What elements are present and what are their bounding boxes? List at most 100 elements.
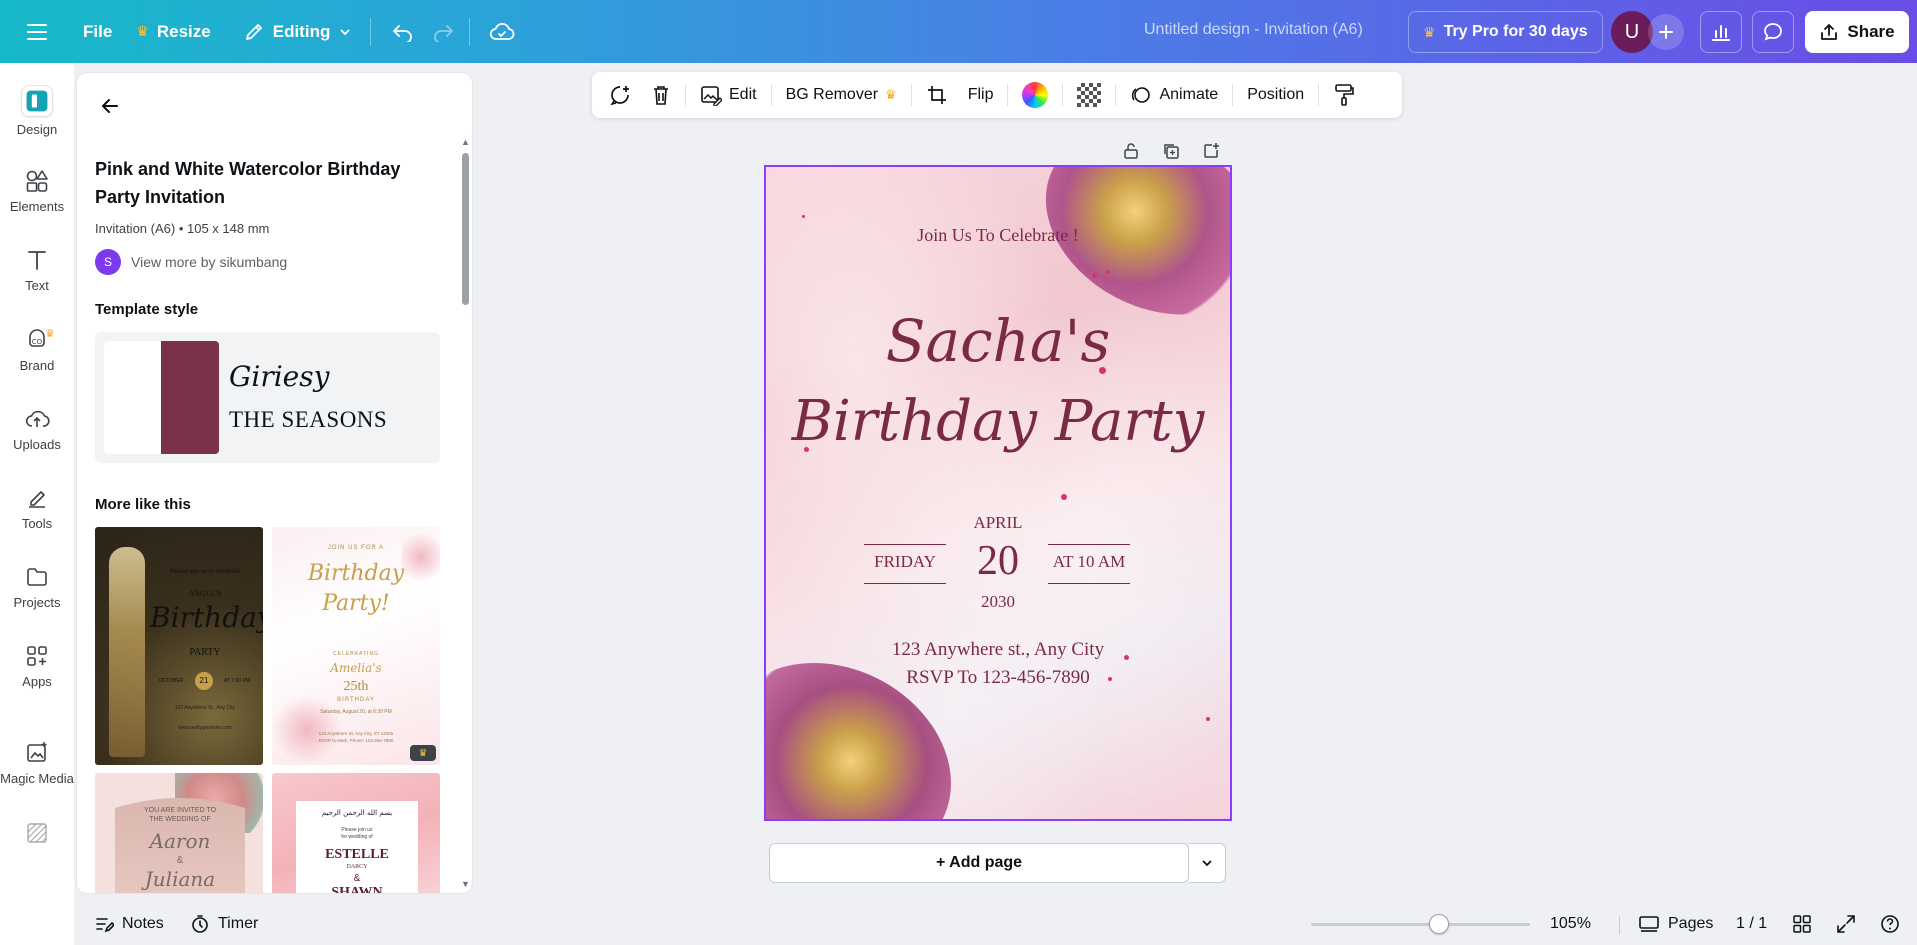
color-wheel-icon: [1022, 82, 1049, 108]
rail-item-brand[interactable]: ♛ CO Brand: [0, 327, 74, 373]
add-page-dropdown[interactable]: [1189, 843, 1226, 883]
add-page-icon[interactable]: [1200, 140, 1222, 162]
back-arrow-icon[interactable]: [95, 91, 125, 121]
position-button[interactable]: Position: [1238, 78, 1313, 112]
try-pro-button[interactable]: ♛ Try Pro for 30 days: [1408, 11, 1603, 53]
address-text[interactable]: 123 Anywhere st., Any City: [766, 639, 1230, 661]
template-style-heading: Template style: [95, 301, 199, 318]
menu-icon[interactable]: [17, 12, 57, 52]
toolbar-divider: [910, 84, 912, 106]
notes-label: Notes: [122, 915, 164, 932]
thumb-text: OCTOBER: [158, 678, 184, 684]
undo-icon[interactable]: [383, 12, 423, 52]
rail-item-magic-media[interactable]: Magic Media: [0, 740, 74, 786]
user-avatar[interactable]: U: [1611, 11, 1653, 53]
text-t-icon: [28, 251, 46, 270]
thumb-text: 123 Anywhere St, Any City, ST 12345: [318, 731, 394, 736]
toolbar-divider: [1062, 84, 1064, 106]
zoom-value[interactable]: 105%: [1550, 903, 1591, 945]
rail-label: Tools: [21, 516, 53, 531]
author-link-label: View more by sikumbang: [131, 254, 288, 270]
zoom-slider-knob[interactable]: [1429, 914, 1449, 934]
thumb-text: RSVP to Mark, Phone: 123-456-7890: [318, 738, 394, 743]
resize-button[interactable]: ♛ Resize: [124, 12, 222, 52]
duplicate-page-icon[interactable]: [1160, 140, 1182, 162]
file-menu-button[interactable]: File: [71, 12, 124, 52]
share-button[interactable]: Share: [1805, 11, 1909, 53]
bg-remover-label: BG Remover: [785, 86, 879, 103]
timer-label: Timer: [218, 915, 259, 932]
bottom-divider: [1619, 916, 1620, 934]
position-label: Position: [1247, 86, 1305, 103]
toolbar-divider: [770, 84, 772, 106]
template-style-card[interactable]: Giriesy THE SEASONS: [95, 332, 440, 463]
thumb-text: 123 Anywhere St., Any City: [174, 705, 236, 711]
svg-text:CO: CO: [32, 338, 43, 346]
rail-label: Text: [25, 278, 49, 293]
grid-view-icon[interactable]: [1792, 903, 1812, 945]
template-thumb[interactable]: Please join us to celebrate ANGEL'S Birt…: [95, 527, 263, 765]
rail-item-projects[interactable]: Projects: [0, 564, 74, 610]
edit-image-button[interactable]: Edit: [691, 78, 766, 112]
time-text[interactable]: AT 10 AM: [1048, 552, 1130, 572]
add-page-button[interactable]: + Add page: [769, 843, 1189, 883]
trash-icon[interactable]: [642, 78, 680, 112]
scroll-up-arrow[interactable]: ▲: [461, 137, 470, 147]
template-thumb[interactable]: JOIN US FOR A Birthday Party! CELEBRATIN…: [272, 527, 440, 765]
toolbar-divider: [1318, 84, 1320, 106]
rail-item-tools[interactable]: Tools: [0, 485, 74, 531]
thumb-text: BIRTHDAY: [337, 697, 375, 703]
timer-button[interactable]: Timer: [190, 903, 258, 945]
name-script-text[interactable]: Sacha's: [766, 307, 1230, 375]
fullscreen-icon[interactable]: [1836, 903, 1856, 945]
animate-button[interactable]: Animate: [1121, 78, 1227, 112]
template-thumb[interactable]: بسم الله الرحمن الرحيم Please join us fo…: [272, 773, 440, 893]
color-picker-button[interactable]: [1013, 78, 1057, 112]
rsvp-text[interactable]: RSVP To 123-456-7890: [766, 667, 1230, 689]
pages-label: Pages: [1668, 915, 1714, 932]
left-rail: Design Elements Text ♛ CO Brand Uploads …: [0, 63, 74, 945]
zoom-slider-track[interactable]: [1311, 923, 1530, 926]
insights-button[interactable]: [1700, 11, 1742, 53]
rail-item-uploads[interactable]: Uploads: [0, 406, 74, 452]
notes-button[interactable]: Notes: [94, 903, 164, 945]
day-number-text[interactable]: 20: [766, 537, 1230, 585]
rail-label: Uploads: [13, 437, 61, 452]
invite-plus-button[interactable]: [1648, 14, 1684, 50]
rail-item-elements[interactable]: Elements: [0, 168, 74, 214]
rail-item-background[interactable]: [0, 820, 74, 846]
cloud-upload-icon: [25, 410, 50, 427]
transparency-button[interactable]: [1068, 78, 1110, 112]
flip-button[interactable]: Flip: [959, 78, 1003, 112]
year-text[interactable]: 2030: [766, 592, 1230, 612]
join-us-text[interactable]: Join Us To Celebrate !: [766, 225, 1230, 246]
document-title[interactable]: Untitled design - Invitation (A6): [1144, 21, 1363, 39]
invitation-design-canvas[interactable]: Join Us To Celebrate ! Sacha's Birthday …: [764, 165, 1232, 821]
comments-button[interactable]: [1752, 11, 1794, 53]
bottom-bar: Notes Timer 105% Pages 1 / 1: [74, 903, 1917, 945]
bar-chart-icon: [1712, 25, 1730, 41]
author-link[interactable]: S View more by sikumbang: [95, 249, 287, 275]
template-thumb[interactable]: YOU ARE INVITED TO THE WEDDING OF Aaron …: [95, 773, 263, 893]
lock-icon[interactable]: [1120, 140, 1142, 162]
rail-item-design[interactable]: Design: [0, 85, 74, 137]
thumb-text: AT 7:00 PM: [224, 678, 250, 684]
rail-item-text[interactable]: Text: [0, 247, 74, 293]
font-serif-sample: THE SEASONS: [229, 407, 388, 432]
panel-scrollbar-thumb[interactable]: [462, 153, 469, 305]
rail-item-apps[interactable]: Apps: [0, 643, 74, 689]
paint-roller-icon[interactable]: [1324, 78, 1364, 112]
scroll-down-arrow[interactable]: ▼: [461, 879, 470, 889]
crop-icon[interactable]: [917, 78, 957, 112]
pages-button[interactable]: Pages: [1638, 903, 1713, 945]
thumb-text: Please join us: [341, 827, 373, 833]
bg-remover-button[interactable]: BG Remover ♛: [777, 78, 906, 112]
party-script-text[interactable]: Birthday Party: [766, 389, 1230, 454]
cloud-saved-icon[interactable]: [482, 12, 522, 52]
editing-mode-button[interactable]: Editing: [231, 12, 365, 52]
comment-add-icon[interactable]: [600, 78, 640, 112]
topbar-divider: [469, 17, 471, 46]
help-icon[interactable]: [1880, 903, 1900, 945]
redo-icon[interactable]: [423, 12, 463, 52]
month-text[interactable]: APRIL: [766, 513, 1230, 533]
